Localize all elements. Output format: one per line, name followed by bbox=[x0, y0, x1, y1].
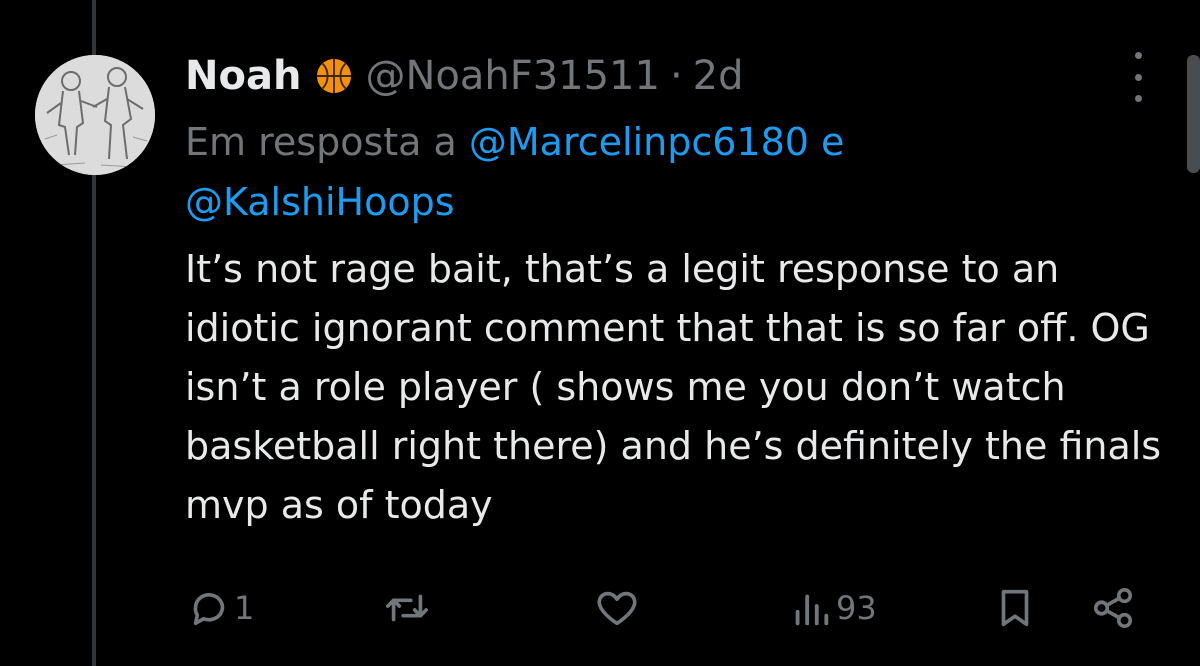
separator-dot: · bbox=[669, 53, 683, 99]
tweet-header: Noah @NoahF31511 · 2d bbox=[185, 50, 744, 102]
more-options-icon[interactable] bbox=[1128, 52, 1148, 102]
tweet-text: It’s not rage bait, that’s a legit respo… bbox=[185, 247, 1162, 527]
reply-icon bbox=[193, 593, 225, 626]
reply-count: 1 bbox=[234, 589, 255, 627]
heart-icon bbox=[597, 591, 637, 626]
author-handle[interactable]: @NoahF31511 bbox=[365, 53, 660, 99]
mention-link[interactable]: @KalshiHoops bbox=[185, 180, 455, 224]
author-name[interactable]: Noah bbox=[185, 53, 301, 99]
share-icon bbox=[1093, 587, 1133, 629]
tweet-timestamp[interactable]: 2d bbox=[693, 53, 744, 99]
action-bar: 1 93 bbox=[180, 578, 1150, 638]
reply-prefix: Em resposta a bbox=[185, 120, 457, 164]
retweet-button[interactable] bbox=[384, 578, 432, 638]
retweet-icon bbox=[386, 594, 428, 622]
share-button[interactable] bbox=[1090, 578, 1136, 638]
like-button[interactable] bbox=[594, 578, 642, 638]
reply-conjunction: e bbox=[821, 120, 845, 164]
bookmark-icon bbox=[1001, 589, 1029, 627]
reply-button[interactable]: 1 bbox=[186, 578, 254, 638]
reply-context: Em resposta a @Marcelinpc6180 e @KalshiH… bbox=[185, 112, 1115, 232]
scrollbar[interactable] bbox=[1187, 55, 1200, 173]
bookmark-button[interactable] bbox=[992, 578, 1038, 638]
views-count: 93 bbox=[836, 589, 877, 627]
basketball-emoji-icon bbox=[317, 58, 352, 94]
views-button[interactable]: 93 bbox=[788, 578, 877, 638]
mention-link[interactable]: @Marcelinpc6180 bbox=[469, 120, 809, 164]
views-icon bbox=[795, 594, 829, 626]
avatar[interactable] bbox=[35, 55, 155, 175]
avatar-sketch-image bbox=[35, 55, 155, 175]
